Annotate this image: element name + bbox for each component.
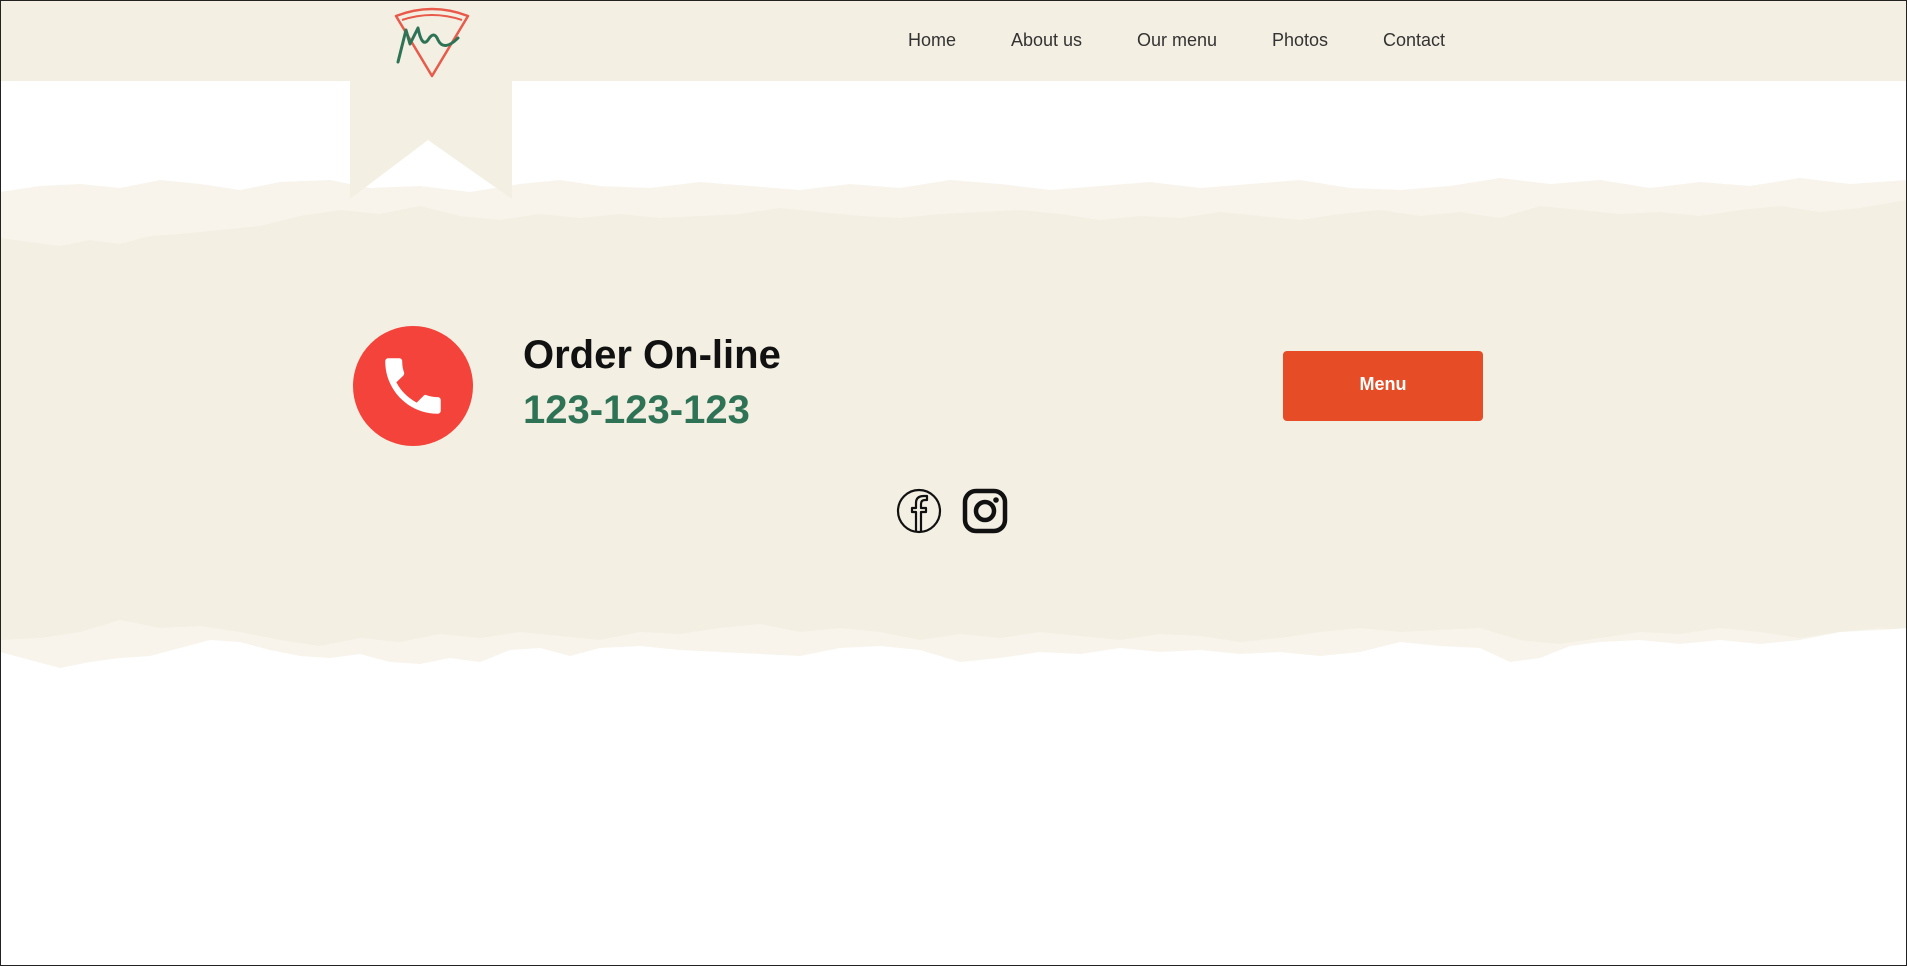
- facebook-icon[interactable]: [896, 488, 942, 534]
- nav-photos[interactable]: Photos: [1272, 30, 1328, 51]
- nav-about-us[interactable]: About us: [1011, 30, 1082, 51]
- order-phone-number[interactable]: 123-123-123: [523, 388, 750, 433]
- main-nav: Home About us Our menu Photos Contact: [0, 0, 1907, 81]
- nav-contact[interactable]: Contact: [1383, 30, 1445, 51]
- nav-our-menu[interactable]: Our menu: [1137, 30, 1217, 51]
- order-online-heading: Order On-line: [523, 333, 781, 377]
- logo-ribbon: [350, 60, 512, 199]
- phone-icon[interactable]: [353, 326, 473, 446]
- instagram-icon[interactable]: [962, 488, 1008, 534]
- menu-button[interactable]: Menu: [1283, 351, 1483, 421]
- torn-paper-band: [0, 178, 1907, 800]
- nav-home[interactable]: Home: [908, 30, 956, 51]
